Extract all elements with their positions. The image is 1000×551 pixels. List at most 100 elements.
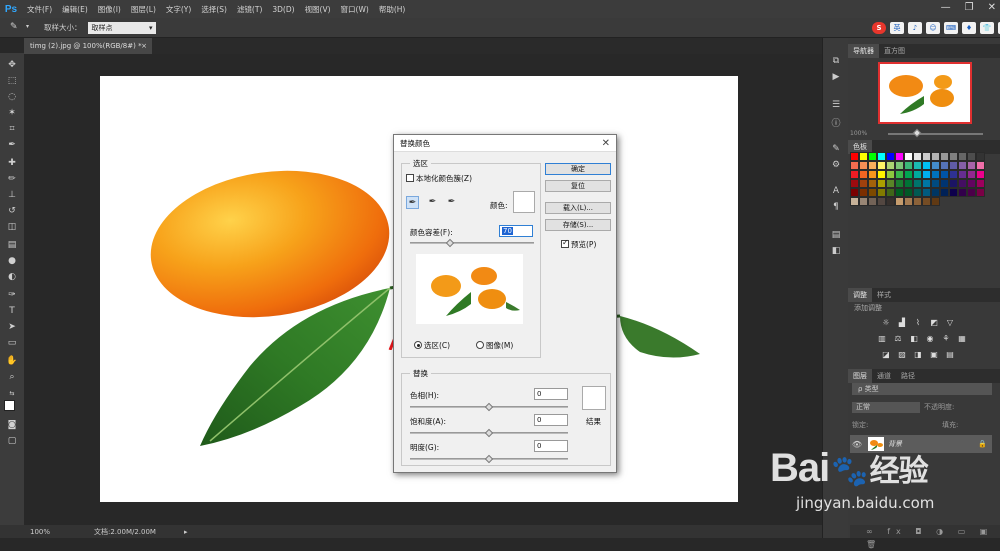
- menu-file[interactable]: 文件(F): [22, 4, 57, 15]
- blend-mode-select[interactable]: 正常: [852, 402, 920, 413]
- lightness-input[interactable]: 0: [534, 440, 568, 452]
- healing-brush-icon[interactable]: ✚: [5, 157, 19, 169]
- paragraph-panel-icon[interactable]: ¶: [830, 202, 842, 214]
- tolerance-slider-thumb[interactable]: [445, 238, 454, 248]
- color-swatch[interactable]: [958, 161, 967, 170]
- hand-tool-icon[interactable]: ✋: [5, 355, 19, 367]
- color-swatch[interactable]: [895, 170, 904, 179]
- color-swatch[interactable]: [859, 161, 868, 170]
- color-swatch[interactable]: [868, 188, 877, 197]
- color-swatch[interactable]: [931, 161, 940, 170]
- tab-navigator[interactable]: 导航器: [848, 44, 879, 58]
- brightness-adjust-icon[interactable]: ☼: [880, 318, 892, 328]
- color-swatch[interactable]: [976, 170, 985, 179]
- color-swatch[interactable]: [922, 152, 931, 161]
- color-swatch[interactable]: [940, 170, 949, 179]
- color-swatch[interactable]: [931, 179, 940, 188]
- color-swatch[interactable]: [895, 152, 904, 161]
- color-swatch[interactable]: [949, 152, 958, 161]
- color-swatch[interactable]: [913, 152, 922, 161]
- color-swatch[interactable]: [895, 179, 904, 188]
- tab-adjustments[interactable]: 调整: [848, 288, 872, 302]
- blur-tool-icon[interactable]: ●: [5, 255, 19, 267]
- color-swatch[interactable]: [904, 179, 913, 188]
- color-swatch[interactable]: [859, 188, 868, 197]
- zoom-tool-icon[interactable]: ⌕: [5, 371, 19, 383]
- type-tool-icon[interactable]: T: [5, 305, 19, 317]
- gradient-map-adjust-icon[interactable]: ▤: [944, 350, 956, 360]
- tab-styles[interactable]: 样式: [872, 288, 896, 302]
- menu-filter[interactable]: 滤镜(T): [232, 4, 267, 15]
- color-swatch[interactable]: [904, 170, 913, 179]
- color-swatch[interactable]: [850, 188, 859, 197]
- navigator-zoom-thumb[interactable]: [912, 128, 921, 138]
- levels-adjust-icon[interactable]: ▟: [896, 318, 908, 328]
- color-swatch[interactable]: [850, 197, 859, 206]
- sogou-logo-icon[interactable]: S: [872, 22, 886, 34]
- color-swatch[interactable]: [976, 179, 985, 188]
- pen-tool-icon[interactable]: ✑: [5, 289, 19, 301]
- zoom-level[interactable]: 100%: [30, 528, 60, 536]
- color-swatch[interactable]: [895, 161, 904, 170]
- magic-wand-tool-icon[interactable]: ✶: [5, 107, 19, 119]
- image-radio[interactable]: 图像(M): [476, 340, 513, 351]
- menu-view[interactable]: 视图(V): [300, 4, 336, 15]
- actions-panel-icon[interactable]: ▶: [830, 72, 842, 84]
- color-swatch[interactable]: [859, 152, 868, 161]
- color-swatch[interactable]: [967, 179, 976, 188]
- color-swatch[interactable]: [868, 197, 877, 206]
- color-swatch[interactable]: [877, 179, 886, 188]
- color-swatch[interactable]: [949, 161, 958, 170]
- brush-tool-icon[interactable]: ✏: [5, 173, 19, 185]
- status-menu-arrow-icon[interactable]: ▸: [184, 528, 188, 536]
- color-swatch[interactable]: [886, 188, 895, 197]
- color-swatch[interactable]: [922, 197, 931, 206]
- color-swatch[interactable]: [877, 152, 886, 161]
- eyedropper-minus-icon[interactable]: ✒: [445, 196, 458, 209]
- color-swatch[interactable]: [886, 161, 895, 170]
- color-swatch[interactable]: [850, 179, 859, 188]
- saturation-slider[interactable]: [410, 428, 568, 438]
- ime-emoji-icon[interactable]: ☺: [926, 22, 940, 34]
- color-swatch[interactable]: [904, 152, 913, 161]
- history-brush-icon[interactable]: ↺: [5, 205, 19, 217]
- saturation-slider-thumb[interactable]: [484, 428, 494, 438]
- color-swatch[interactable]: [850, 152, 859, 161]
- lightness-slider[interactable]: [410, 454, 568, 464]
- color-swatch[interactable]: [922, 188, 931, 197]
- ime-lang-icon[interactable]: 英: [890, 22, 904, 34]
- color-swatch[interactable]: [868, 152, 877, 161]
- dialog-close-icon[interactable]: ✕: [602, 135, 610, 152]
- color-swatch[interactable]: [958, 188, 967, 197]
- color-swatch[interactable]: [949, 179, 958, 188]
- layer-comps-icon[interactable]: ▤: [830, 230, 842, 242]
- color-swatch[interactable]: [976, 152, 985, 161]
- color-swatch[interactable]: [913, 188, 922, 197]
- hue-slider-thumb[interactable]: [484, 402, 494, 412]
- vibrance-adjust-icon[interactable]: ▽: [944, 318, 956, 328]
- color-swatch[interactable]: [913, 179, 922, 188]
- menu-window[interactable]: 窗口(W): [336, 4, 374, 15]
- menu-3d[interactable]: 3D(D): [267, 5, 299, 14]
- menu-edit[interactable]: 编辑(E): [57, 4, 93, 15]
- tool-preset-chevron-icon[interactable]: ▾: [26, 23, 29, 30]
- color-swatch[interactable]: [940, 179, 949, 188]
- color-swatch[interactable]: [850, 161, 859, 170]
- color-swatch[interactable]: [976, 188, 985, 197]
- save-button[interactable]: 存储(S)...: [545, 219, 611, 231]
- eyedropper-plus-icon[interactable]: ✒: [426, 196, 439, 209]
- hue-input[interactable]: 0: [534, 388, 568, 400]
- menu-type[interactable]: 文字(Y): [161, 4, 196, 15]
- clone-source-icon[interactable]: ◧: [830, 246, 842, 258]
- color-swatch[interactable]: [904, 161, 913, 170]
- color-swatch[interactable]: [940, 152, 949, 161]
- color-swatch[interactable]: [967, 161, 976, 170]
- localized-clusters-checkbox[interactable]: 本地化颜色簇(Z): [406, 173, 472, 184]
- color-swatch[interactable]: [868, 179, 877, 188]
- color-swatch[interactable]: [967, 152, 976, 161]
- swatches-grid[interactable]: [850, 152, 992, 206]
- color-swatch[interactable]: [931, 188, 940, 197]
- color-swatch[interactable]: [922, 161, 931, 170]
- gradient-tool-icon[interactable]: ▤: [5, 239, 19, 251]
- exposure-adjust-icon[interactable]: ◩: [928, 318, 940, 328]
